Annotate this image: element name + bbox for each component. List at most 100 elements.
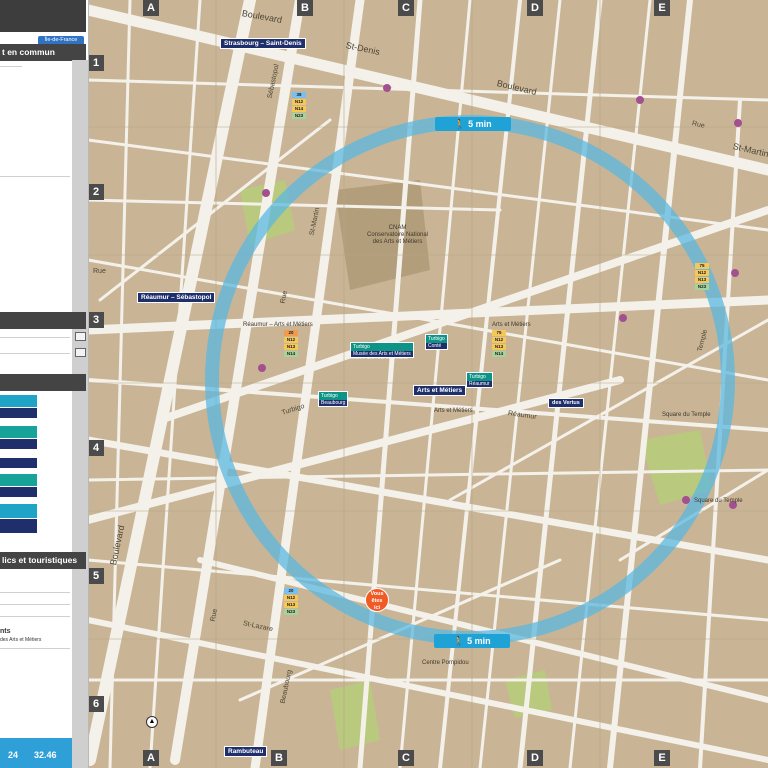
- grid-col-a-bottom: A: [143, 750, 159, 766]
- grid-row-4: 4: [88, 440, 104, 456]
- bus-line: 20: [284, 330, 298, 336]
- bus-stop-bottom: Musée des Arts et Métiers: [351, 351, 413, 357]
- legend-grid-icon: [75, 348, 86, 357]
- bus-stop-top: Turbigo: [428, 336, 445, 342]
- panel-scrollbar[interactable]: [72, 60, 88, 768]
- grid-col-e-top: E: [654, 0, 670, 16]
- station-name: Strasbourg – Saint-Denis: [224, 40, 302, 47]
- bus-stop-bottom: Conté: [426, 343, 447, 349]
- bus-line: 75: [695, 263, 709, 269]
- legend-panel: Île-de-France t en commun lics et touris…: [0, 0, 89, 768]
- panel-heading-tourist: lics et touristiques: [0, 552, 86, 569]
- station-rambuteau[interactable]: Rambuteau: [224, 746, 268, 757]
- bus-lines-right: 75 N12 N13 N23: [695, 263, 709, 291]
- cnam-line-1: CNAM: [388, 225, 407, 231]
- bus-stop-conte[interactable]: Turbigo Conté: [425, 334, 448, 350]
- legend-bar: [0, 458, 37, 468]
- grid-col-e-bottom: E: [654, 750, 670, 766]
- landmark-centre-pompidou: Centre Pompidou: [422, 660, 469, 666]
- landmark-arts-metiers: Arts et Métiers: [492, 322, 531, 328]
- fare-amount: 32.46: [34, 750, 57, 760]
- bus-line: 38: [292, 92, 306, 98]
- grid-col-b-bottom: B: [271, 750, 287, 766]
- fare-amount-left: 24: [8, 750, 19, 760]
- walk-time-tag-top: 🚶 5 min: [435, 117, 511, 131]
- landmark-cnam: CNAM Conservatoire National des Arts et …: [367, 225, 428, 246]
- cnam-line-3: des Arts et Métiers: [372, 239, 423, 245]
- bus-line: N12: [492, 337, 506, 343]
- station-name: Rambuteau: [228, 748, 264, 755]
- grid-col-a-top: A: [143, 0, 159, 16]
- station-name: des Vertus: [552, 400, 580, 406]
- bus-line: N13: [695, 277, 709, 283]
- bus-stop-vertus[interactable]: des Vertus: [548, 398, 584, 408]
- walk-time-top-label: 5 min: [468, 119, 492, 129]
- bus-stop-top: Turbigo: [353, 344, 370, 350]
- bus-line: N12: [695, 270, 709, 276]
- station-strasbourg-saint-denis[interactable]: Strasbourg – Saint-Denis: [220, 38, 306, 49]
- bus-line: N13: [284, 344, 298, 350]
- panel-heading-blank-1: [0, 312, 86, 329]
- you-are-here-line2: êtes: [371, 598, 383, 604]
- legend-bar: [0, 408, 37, 418]
- legend-bar: [0, 504, 37, 518]
- street-map: [0, 0, 768, 768]
- bus-stop-top: Turbigo: [321, 393, 338, 399]
- landmark-arts-metiers-2: Arts et Métiers: [434, 408, 473, 414]
- map-poster: A B C D E A B C D E 1 2 3 4 5 6 🚶 5 min …: [0, 0, 768, 768]
- bus-stop-beaubourg[interactable]: Turbigo Beaubourg: [318, 391, 349, 407]
- panel-heading-blank-2: [0, 374, 86, 391]
- grid-row-2: 2: [88, 184, 104, 200]
- legend-bar: [0, 426, 37, 438]
- bus-line: 20: [284, 588, 298, 594]
- grid-col-d-bottom: D: [527, 750, 543, 766]
- landmark-square-temple-2: Square du Temple: [694, 498, 743, 504]
- bus-stop-reaumur[interactable]: Turbigo Réaumur: [466, 372, 493, 388]
- legend-grid-icon: [75, 332, 86, 341]
- you-are-here-line3: ici: [373, 605, 381, 611]
- street-rue-left: Rue: [93, 268, 106, 275]
- you-are-here-line1: Vous: [370, 591, 384, 597]
- legend-bar: [0, 395, 37, 407]
- legend-bar: [0, 439, 37, 449]
- bus-line: N23: [695, 284, 709, 290]
- panel-heading-monuments: nts: [0, 628, 11, 635]
- pedestrian-icon: 🚶: [454, 119, 466, 129]
- cnam-line-2: Conservatoire National: [367, 232, 429, 238]
- bus-line: N23: [292, 113, 306, 119]
- pedestrian-icon: 🚶: [453, 636, 465, 646]
- bus-stop-bottom: Réaumur: [467, 381, 492, 387]
- station-name: Arts et Métiers: [417, 387, 463, 394]
- bus-line: N13: [492, 344, 506, 350]
- bus-line: 75: [492, 330, 506, 336]
- grid-col-d-top: D: [527, 0, 543, 16]
- panel-monument-line: des Arts et Métiers: [0, 637, 42, 643]
- legend-bar: [0, 519, 37, 533]
- station-name: Réaumur – Sébastopol: [141, 294, 212, 301]
- bus-line: N12: [284, 337, 298, 343]
- station-arts-et-metiers[interactable]: Arts et Métiers: [413, 385, 467, 396]
- bus-line: N14: [284, 351, 298, 357]
- grid-col-b-top: B: [297, 0, 313, 16]
- bus-lines-beaubourg: 20 N12 N13 N23: [284, 588, 298, 616]
- grid-row-3: 3: [88, 312, 104, 328]
- bus-lines-arts-metiers: 75 N12 N13 N14: [492, 330, 506, 358]
- compass-icon: ▲: [146, 716, 158, 728]
- grid-row-6: 6: [88, 696, 104, 712]
- landmark-square-temple: Square du Temple: [662, 412, 711, 418]
- bus-stop-turbigo-musee[interactable]: Turbigo Musée des Arts et Métiers: [350, 342, 414, 358]
- landmark-reaumur-arts: Réaumur – Arts et Métiers: [243, 322, 313, 328]
- bus-line: N14: [492, 351, 506, 357]
- bus-line: N14: [292, 106, 306, 112]
- bus-stop-top: Turbigo: [469, 374, 486, 380]
- walk-time-bottom-label: 5 min: [467, 636, 491, 646]
- bus-line: N12: [284, 595, 298, 601]
- panel-heading-transport: t en commun: [0, 44, 86, 61]
- bus-stop-bottom: Beaubourg: [319, 400, 348, 406]
- bus-line: N23: [284, 609, 298, 615]
- panel-header-bar: [0, 0, 88, 32]
- legend-bar: [0, 474, 37, 486]
- station-reaumur-sebastopol[interactable]: Réaumur – Sébastopol: [137, 292, 216, 303]
- bus-line: N13: [284, 602, 298, 608]
- grid-col-c-top: C: [398, 0, 414, 16]
